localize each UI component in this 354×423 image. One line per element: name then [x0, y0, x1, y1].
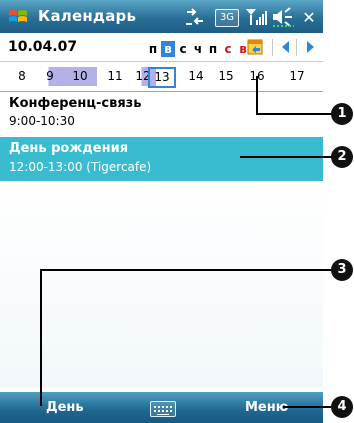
day-cell[interactable]: 15	[213, 67, 239, 86]
appointment-item[interactable]: Конференц-связь 9:00-10:30	[0, 92, 323, 132]
day-cell[interactable]: 9	[37, 67, 63, 86]
sync-connection-icon[interactable]	[183, 6, 207, 28]
weekday-sat[interactable]: с	[221, 41, 235, 57]
day-cell[interactable]: 14	[183, 67, 209, 86]
weekday-tue[interactable]: в	[161, 41, 175, 57]
callout-marker-2: 2	[331, 146, 353, 168]
day-cell-today[interactable]: 13	[148, 67, 176, 88]
callout-line-4	[283, 406, 331, 408]
day-strip: 8 9 10 11 12 13 14 15 16 17	[0, 62, 323, 92]
menu-bar: День Меню	[0, 392, 323, 423]
callout-line-1	[256, 76, 258, 115]
divider	[296, 39, 297, 56]
appointment-time: 9:00-10:30	[9, 114, 75, 128]
appointment-time: 12:00-13:00 (Tigercafe)	[9, 160, 152, 174]
agenda-empty-area[interactable]	[0, 181, 323, 388]
day-cell-selected[interactable]: 10	[63, 67, 97, 86]
app-title: Календарь	[38, 7, 137, 25]
start-menu-icon[interactable]	[7, 6, 29, 28]
next-week-arrow[interactable]	[307, 41, 314, 53]
title-bar: Календарь 3G ✕	[0, 0, 323, 33]
callout-line-2	[240, 156, 333, 158]
menu-softkey[interactable]: Меню	[245, 400, 288, 415]
appointment-title: Конференц-связь	[9, 96, 142, 111]
keyboard-icon[interactable]	[150, 401, 176, 417]
network-3g-badge[interactable]: 3G	[215, 9, 239, 27]
callout-marker-1: 1	[331, 103, 353, 125]
day-cell[interactable]: 8	[9, 67, 35, 86]
prev-week-arrow[interactable]	[282, 41, 289, 53]
day-softkey[interactable]: День	[46, 400, 84, 415]
callout-line-3	[40, 269, 332, 271]
weekday-mon[interactable]: п	[146, 41, 160, 57]
divider	[272, 39, 273, 56]
callout-line-3	[40, 269, 42, 406]
go-to-today-icon[interactable]	[247, 38, 265, 56]
weekday-fri[interactable]: п	[206, 41, 220, 57]
signal-strength-icon[interactable]	[244, 6, 268, 28]
current-date[interactable]: 10.04.07	[8, 39, 77, 55]
appointment-title: День рождения	[9, 141, 129, 156]
volume-icon[interactable]	[270, 6, 296, 28]
close-icon[interactable]: ✕	[300, 6, 318, 28]
day-cell[interactable]: 17	[284, 67, 310, 86]
date-header: 10.04.07 п в с ч п с в	[0, 33, 323, 62]
weekday-thu[interactable]: ч	[191, 41, 205, 57]
callout-marker-3: 3	[331, 259, 353, 281]
pocket-pc-screen: Календарь 3G ✕ 10.04.07 п в с ч п с в 8 …	[0, 0, 323, 423]
callout-line-1	[256, 113, 332, 115]
callout-marker-4: 4	[331, 396, 353, 418]
appointment-item-selected[interactable]: День рождения 12:00-13:00 (Tigercafe)	[0, 137, 323, 181]
weekday-wed[interactable]: с	[176, 41, 190, 57]
day-cell[interactable]: 11	[102, 67, 128, 86]
